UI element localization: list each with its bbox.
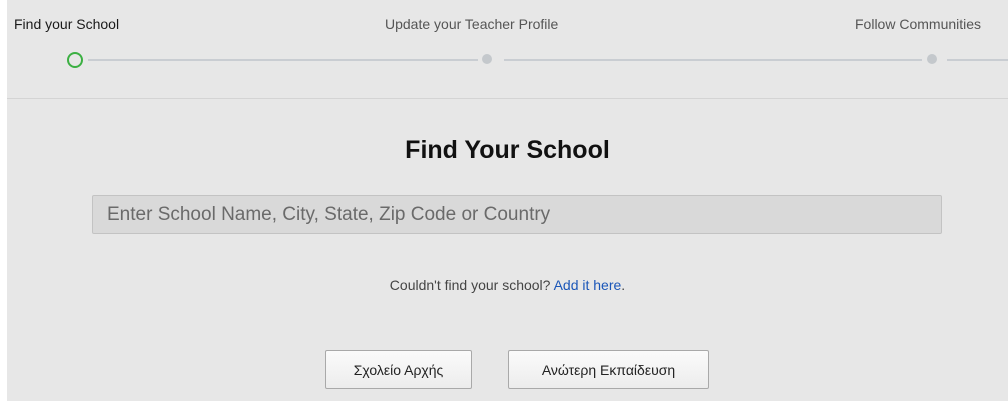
add-school-link[interactable]: Add it here [554,277,622,293]
step-follow-communities-label: Follow Communities [855,16,982,32]
stepper-track [947,59,1008,61]
step-pending-indicator-icon [482,54,492,64]
step-find-school-label: Find your School [14,16,120,32]
add-school-hint-text: Couldn't find your school? [389,277,554,293]
primary-school-button[interactable]: Σχολείο Αρχής [325,350,472,389]
step-teacher-profile-label: Update your Teacher Profile [385,16,559,32]
step-pending-indicator-icon [927,54,937,64]
add-school-hint: Couldn't find your school? Add it here. [7,277,1008,293]
add-school-hint-suffix: . [621,277,626,293]
school-search-input[interactable] [92,195,942,234]
higher-education-button[interactable]: Ανώτερη Εκπαίδευση [508,350,709,389]
page-title: Find Your School [405,136,610,164]
page: Find your School Update your Teacher Pro… [7,0,1008,401]
progress-stepper: Find your School Update your Teacher Pro… [7,0,1008,99]
step-active-indicator-icon [67,52,83,68]
stepper-track [88,59,478,61]
stepper-track [504,59,922,61]
